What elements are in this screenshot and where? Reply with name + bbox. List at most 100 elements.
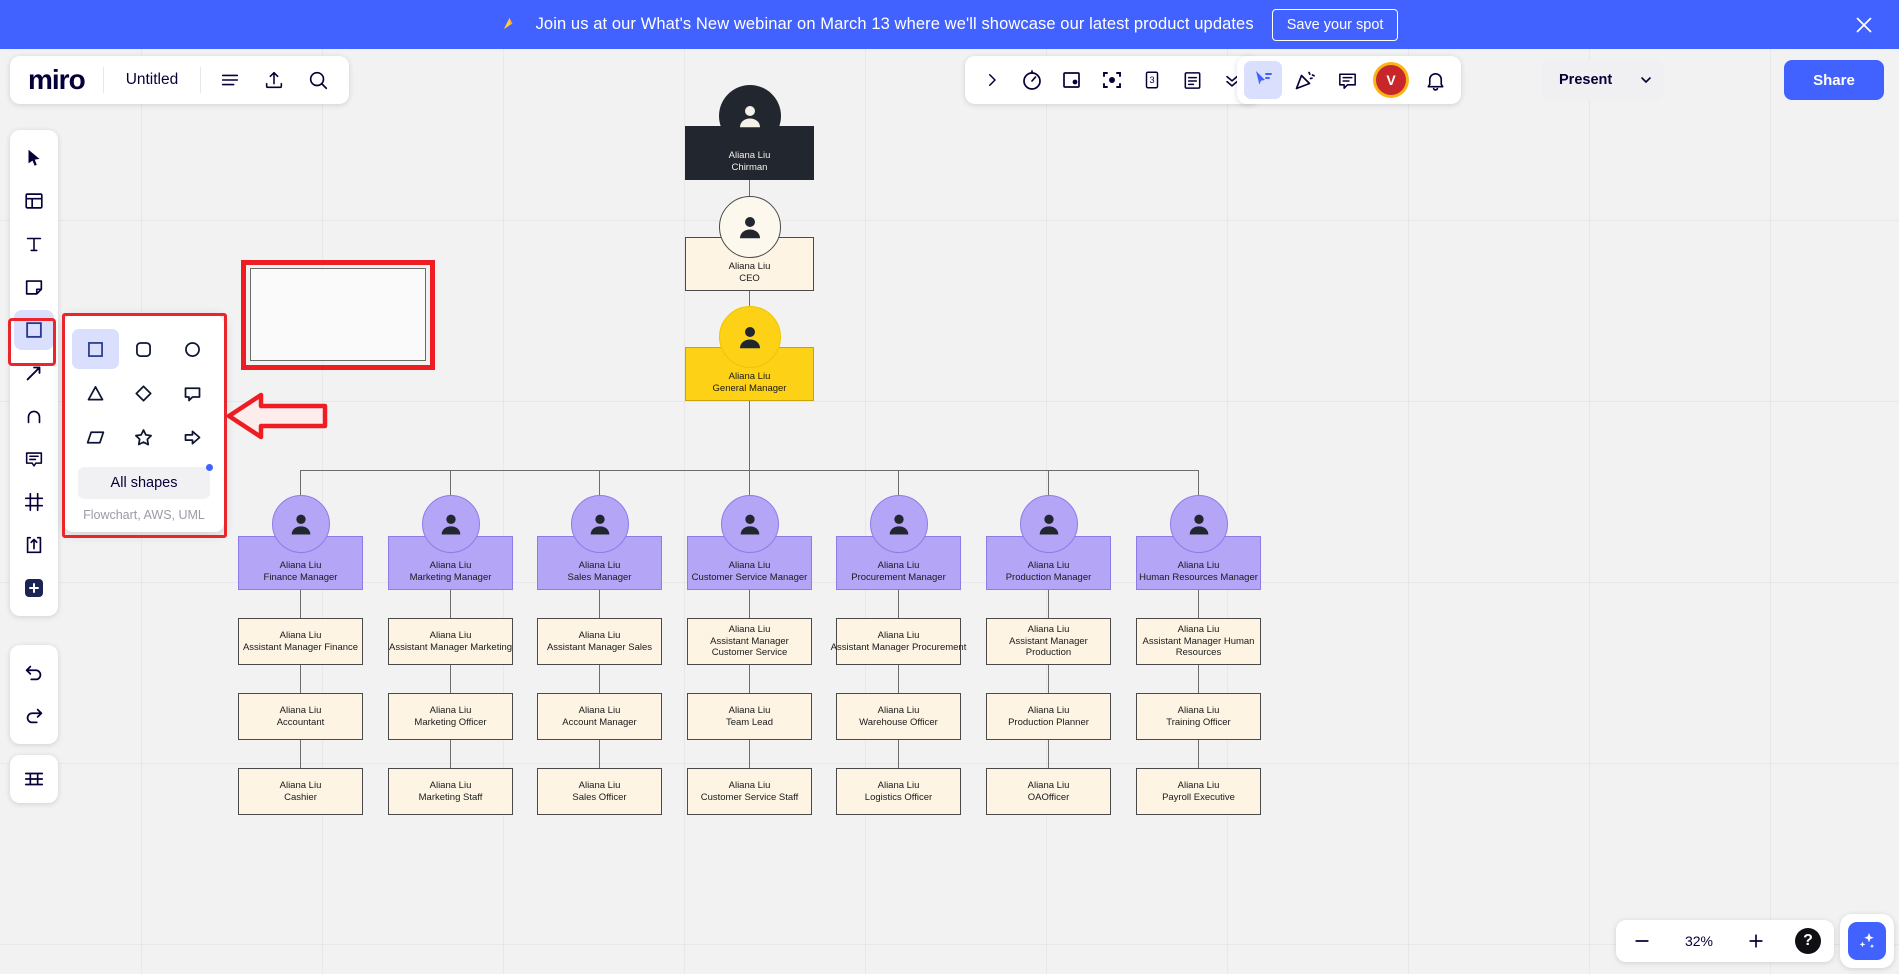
node-role: General Manager — [713, 383, 787, 395]
board-actions-panel: V — [1237, 56, 1461, 104]
comment-list-icon[interactable] — [1328, 61, 1366, 99]
connector-line — [749, 401, 750, 471]
svg-text:3: 3 — [1149, 75, 1154, 85]
sidebar-item-upload-tool[interactable] — [14, 525, 54, 565]
board-title[interactable]: Untitled — [114, 71, 191, 89]
node-person-name: Aliana Liu — [280, 560, 322, 572]
block-arrow-shape-option[interactable] — [169, 417, 216, 457]
org-node-officer[interactable]: Aliana Liu Training Officer — [1136, 693, 1261, 740]
node-person-name: Aliana Liu — [1028, 560, 1070, 572]
org-node-assistant[interactable]: Aliana Liu Assistant Manager Procurement — [836, 618, 961, 665]
focus-frame-icon[interactable] — [1093, 61, 1131, 99]
org-node-officer[interactable]: Aliana Liu Production Planner — [986, 693, 1111, 740]
search-icon[interactable] — [299, 61, 337, 99]
connector-line — [1198, 740, 1199, 768]
parallelogram-shape-option[interactable] — [72, 417, 119, 457]
voting-3-icon[interactable]: 3 — [1133, 61, 1171, 99]
celebrate-icon[interactable] — [1286, 61, 1324, 99]
expand-chevron-icon[interactable] — [973, 61, 1011, 99]
node-person-name: Aliana Liu — [430, 705, 472, 717]
sidebar-item-frame-tool[interactable] — [14, 482, 54, 522]
zoom-level-value[interactable]: 32% — [1677, 933, 1721, 949]
org-node-staff[interactable]: Aliana Liu Payroll Executive — [1136, 768, 1261, 815]
close-icon[interactable] — [1851, 12, 1877, 38]
board-canvas[interactable]: Aliana Liu Chirman Aliana Liu CEO Aliana… — [0, 49, 1899, 974]
upload-share-icon[interactable] — [255, 61, 293, 99]
chevron-down-icon[interactable] — [1628, 60, 1664, 100]
all-shapes-button[interactable]: All shapes — [78, 467, 210, 499]
undo-arrow-icon[interactable] — [14, 653, 54, 693]
save-your-spot-button[interactable]: Save your spot — [1272, 9, 1399, 41]
org-node-assistant[interactable]: Aliana Liu Assistant Manager Customer Se… — [687, 618, 812, 665]
rectangle-shape-option[interactable] — [72, 329, 119, 369]
org-node-officer[interactable]: Aliana Liu Team Lead — [687, 693, 812, 740]
bell-icon[interactable] — [1416, 61, 1454, 99]
rounded-rectangle-shape-option[interactable] — [121, 329, 168, 369]
sidebar-item-connector-tool[interactable] — [14, 353, 54, 393]
org-node-assistant[interactable]: Aliana Liu Assistant Manager Marketing — [388, 618, 513, 665]
connector-line — [450, 665, 451, 693]
connector-line — [450, 740, 451, 768]
cursor-share-icon[interactable] — [1244, 61, 1282, 99]
redo-arrow-icon[interactable] — [14, 696, 54, 736]
miro-logo[interactable]: miro — [22, 66, 93, 94]
org-node-assistant[interactable]: Aliana Liu Assistant Manager Sales — [537, 618, 662, 665]
circle-shape-option[interactable] — [169, 329, 216, 369]
node-role: Sales Manager — [568, 572, 632, 584]
triangle-shape-option[interactable] — [72, 373, 119, 413]
org-node-staff[interactable]: Aliana Liu Customer Service Staff — [687, 768, 812, 815]
node-role: Assistant Manager Human Resources — [1137, 636, 1260, 660]
diamond-shape-option[interactable] — [121, 373, 168, 413]
connector-line — [749, 665, 750, 693]
table-grid-icon[interactable] — [14, 759, 54, 799]
speech-bubble-shape-option[interactable] — [169, 373, 216, 413]
node-person-name: Aliana Liu — [579, 705, 621, 717]
sidebar-item-templates-tool[interactable] — [14, 181, 54, 221]
sidebar-item-pen-tool[interactable] — [14, 396, 54, 436]
org-node-staff[interactable]: Aliana Liu OAOfficer — [986, 768, 1111, 815]
org-node-staff[interactable]: Aliana Liu Logistics Officer — [836, 768, 961, 815]
node-person-name: Aliana Liu — [729, 705, 771, 717]
star-shape-option[interactable] — [121, 417, 168, 457]
sparkles-ai-icon[interactable] — [1848, 922, 1886, 960]
sidebar-item-comment-tool[interactable] — [14, 439, 54, 479]
node-person-name: Aliana Liu — [729, 371, 771, 383]
notes-icon[interactable] — [1173, 61, 1211, 99]
org-node-officer[interactable]: Aliana Liu Account Manager — [537, 693, 662, 740]
org-node-assistant[interactable]: Aliana Liu Assistant Manager Production — [986, 618, 1111, 665]
sidebar-item-sticky-note-tool[interactable] — [14, 267, 54, 307]
all-shapes-subtitle: Flowchart, AWS, UML — [72, 508, 216, 522]
zoom-in-button[interactable] — [1739, 924, 1773, 958]
screenshot-icon[interactable] — [1053, 61, 1091, 99]
org-node-assistant[interactable]: Aliana Liu Assistant Manager Human Resou… — [1136, 618, 1261, 665]
sidebar-item-shapes-tool[interactable] — [14, 310, 54, 350]
avatar — [272, 495, 330, 553]
megaphone-icon — [501, 15, 518, 35]
hamburger-menu-icon[interactable] — [211, 61, 249, 99]
org-node-officer[interactable]: Aliana Liu Accountant — [238, 693, 363, 740]
node-role: Marketing Staff — [419, 792, 483, 804]
org-node-officer[interactable]: Aliana Liu Warehouse Officer — [836, 693, 961, 740]
node-person-name: Aliana Liu — [1028, 705, 1070, 717]
sidebar-item-more-apps-tool[interactable] — [14, 568, 54, 608]
org-node-officer[interactable]: Aliana Liu Marketing Officer — [388, 693, 513, 740]
help-button[interactable]: ? — [1791, 924, 1825, 958]
node-role: Marketing Officer — [414, 717, 486, 729]
user-avatar-wrapper[interactable]: V — [1370, 59, 1412, 101]
share-button[interactable]: Share — [1784, 60, 1884, 100]
avatar — [719, 306, 781, 368]
new-badge-dot — [206, 464, 213, 471]
sidebar-item-select-tool[interactable] — [14, 138, 54, 178]
divider — [200, 67, 201, 93]
present-button[interactable]: Present — [1541, 60, 1628, 100]
org-node-assistant[interactable]: Aliana Liu Assistant Manager Finance — [238, 618, 363, 665]
avatar[interactable]: V — [1376, 65, 1406, 95]
org-node-staff[interactable]: Aliana Liu Marketing Staff — [388, 768, 513, 815]
sidebar-item-text-tool[interactable] — [14, 224, 54, 264]
connector-line — [1048, 665, 1049, 693]
banner-text: Join us at our What's New webinar on Mar… — [536, 15, 1254, 34]
org-node-staff[interactable]: Aliana Liu Cashier — [238, 768, 363, 815]
org-node-staff[interactable]: Aliana Liu Sales Officer — [537, 768, 662, 815]
zoom-out-button[interactable] — [1625, 924, 1659, 958]
timer-icon[interactable] — [1013, 61, 1051, 99]
